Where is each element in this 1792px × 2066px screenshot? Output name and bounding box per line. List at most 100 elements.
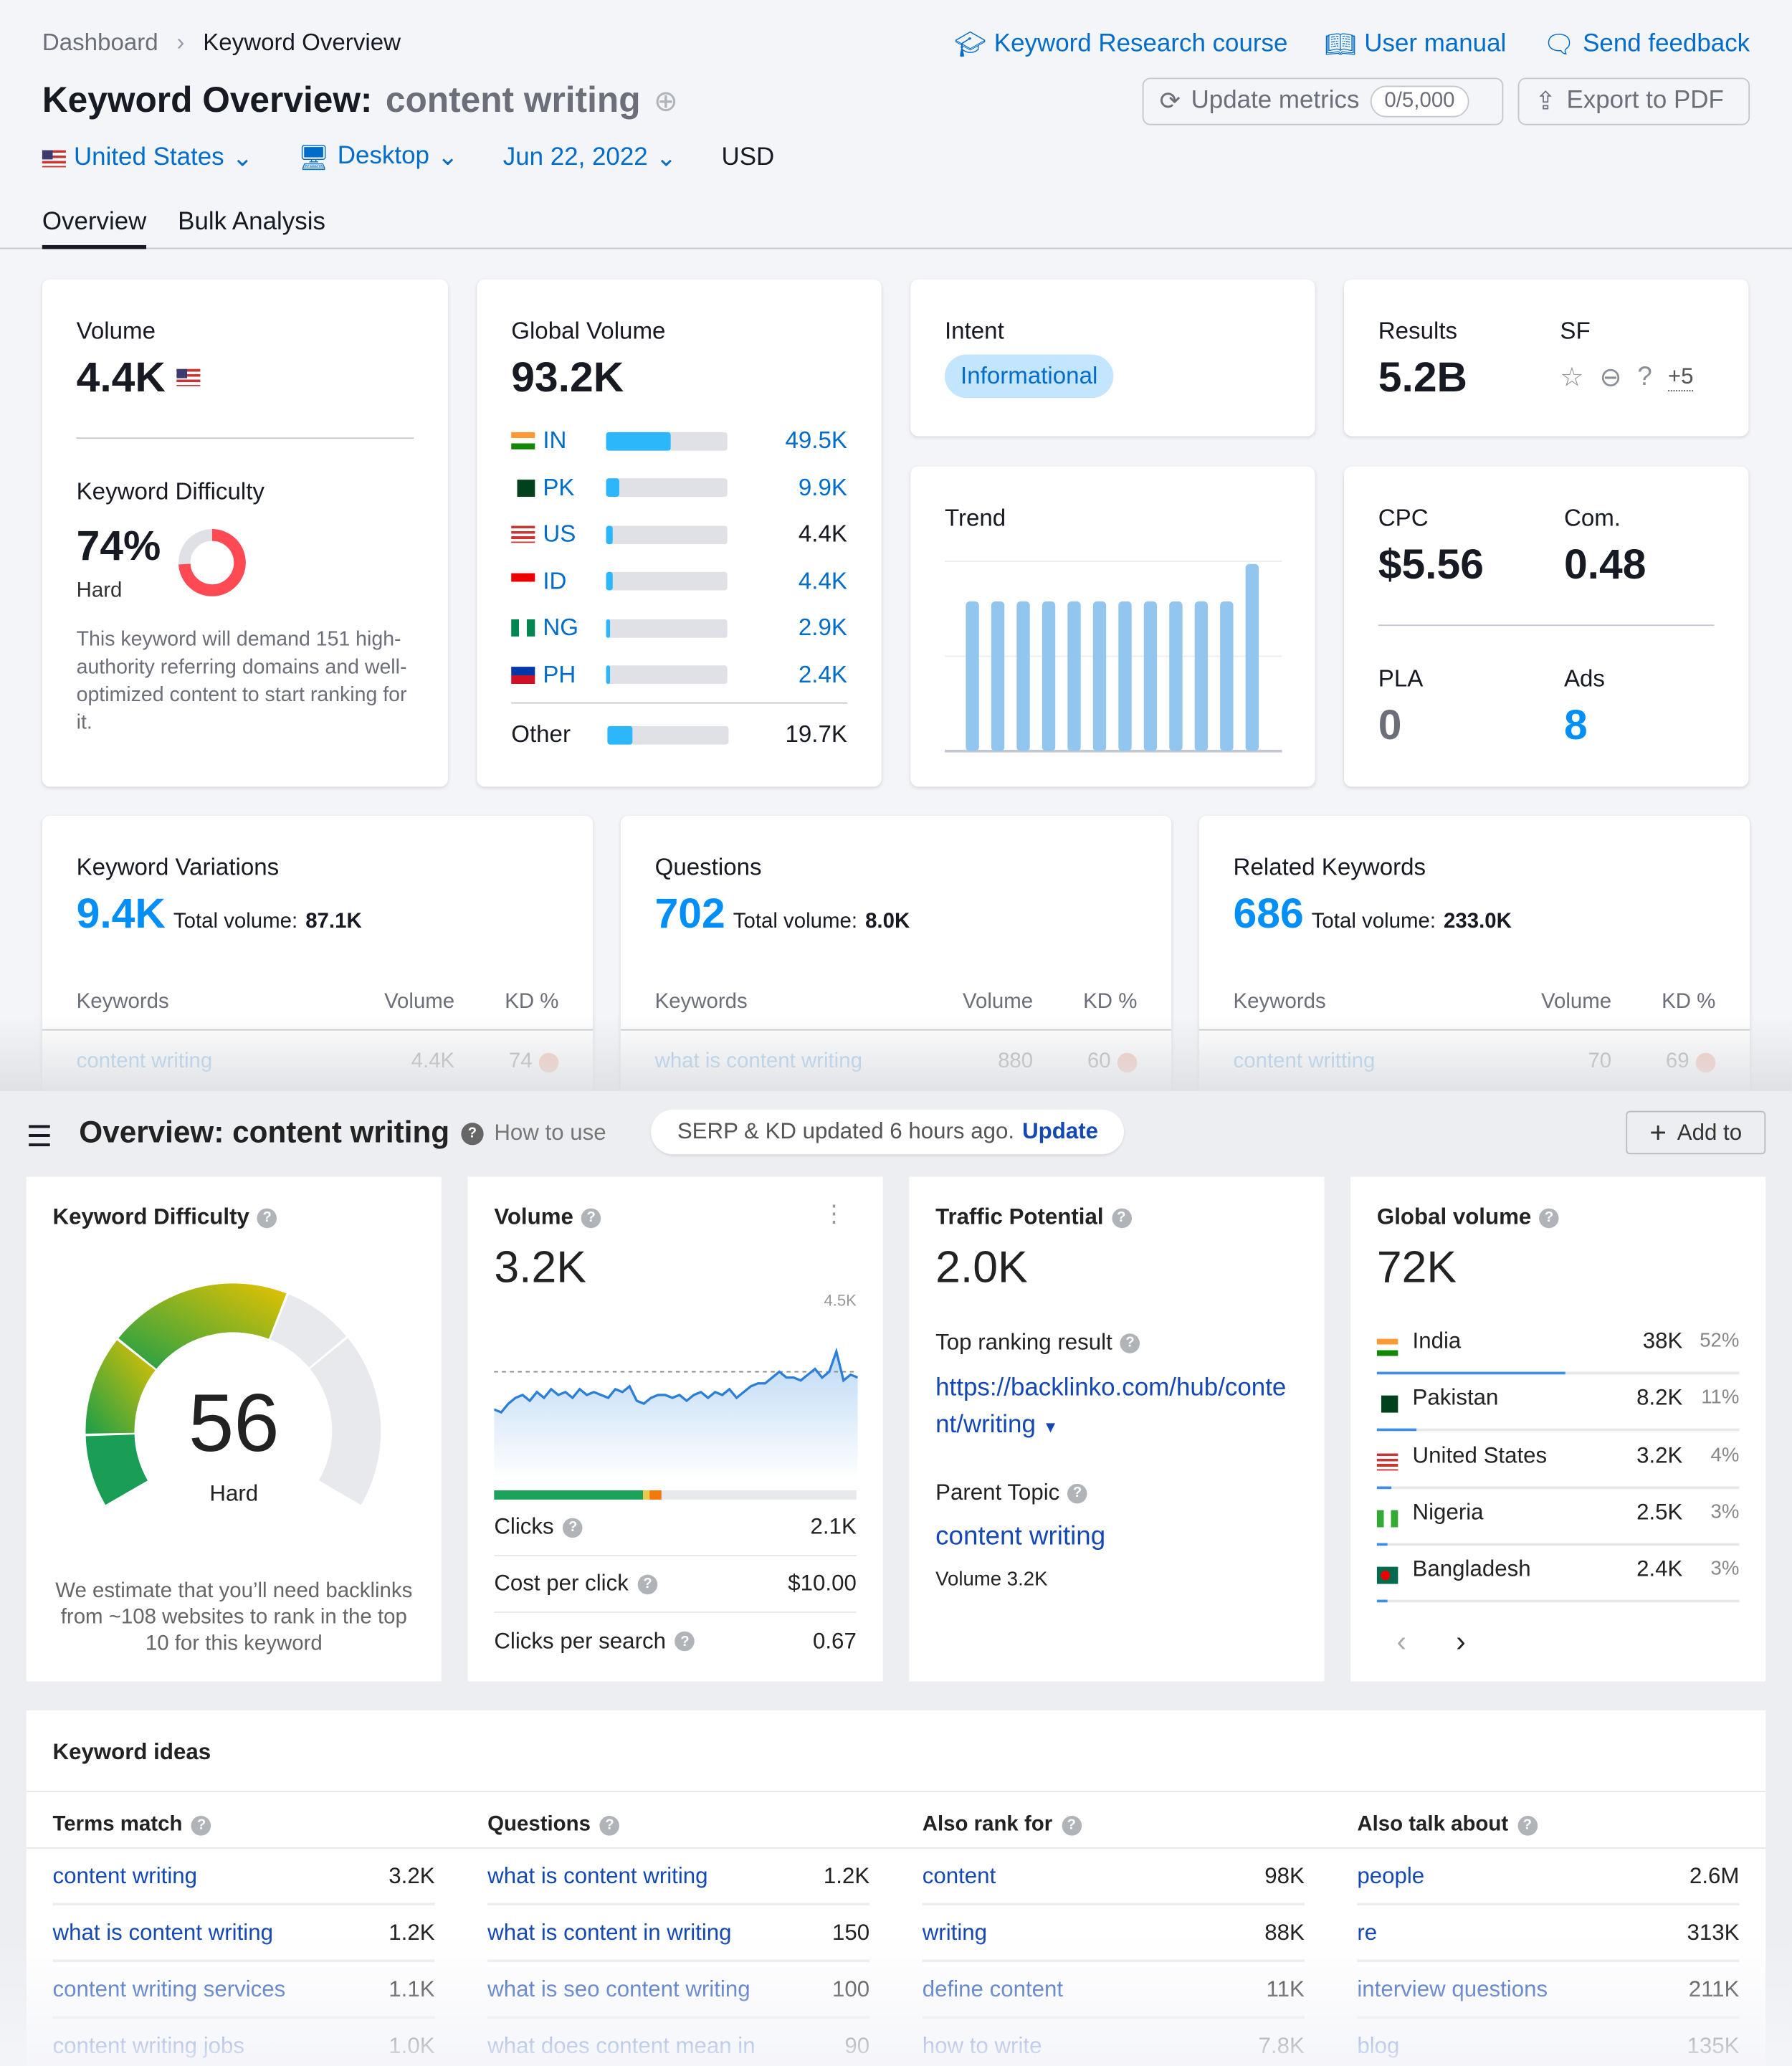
help-icon[interactable]: ? (1120, 1333, 1140, 1353)
export-pdf-button[interactable]: ⇪ Export to PDF (1517, 77, 1750, 125)
column-title: Also rank for (922, 1813, 1053, 1836)
add-to-button[interactable]: + Add to (1626, 1110, 1766, 1155)
volume-metric-row: Clicks per search? 0.67 (494, 1613, 857, 1670)
country-row: NG 2.9K (511, 605, 847, 651)
cpc-card: CPC $5.56 Com. 0.48 PLA 0 Ads 8 (1343, 466, 1749, 787)
cpc-value: $5.56 (1378, 540, 1484, 588)
device-select[interactable]: 🖥︎ Desktop ⌄ (297, 143, 458, 174)
keyword-idea-link[interactable]: people (1357, 1862, 1424, 1889)
country-code[interactable]: PH (543, 661, 606, 689)
sf-more[interactable]: +5 (1667, 363, 1694, 391)
volume-sparkline (494, 1347, 858, 1480)
question-icon[interactable]: ? (1637, 363, 1652, 393)
star-icon[interactable]: ☆ (1560, 361, 1583, 394)
update-metrics-label: Update metrics (1191, 87, 1360, 115)
date-label: Jun 22, 2022 (502, 143, 648, 171)
help-icon[interactable]: ? (1062, 1815, 1082, 1835)
help-icon[interactable]: ? (599, 1815, 620, 1835)
keyword-idea-link[interactable]: content writing (53, 1862, 198, 1889)
keyword-idea-row: people 2.6M (1357, 1849, 1740, 1906)
column-volume: Volume (963, 991, 1034, 1014)
keyword-idea-volume: 1.2K (823, 1862, 870, 1888)
global-country-row: India 38K 52% (1376, 1318, 1740, 1375)
country-code[interactable]: NG (543, 614, 606, 642)
menu-icon[interactable]: ☰ (27, 1120, 52, 1154)
update-metrics-button[interactable]: ⟳ Update metrics 0/5,000 (1142, 77, 1504, 125)
country-share-bar (1376, 1543, 1740, 1546)
ads-value[interactable]: 8 (1564, 701, 1588, 750)
column-title: Questions (487, 1813, 591, 1836)
metric-label: Cost per click (494, 1571, 629, 1596)
help-icon[interactable]: ? (675, 1631, 695, 1652)
tab-overview[interactable]: Overview (42, 208, 147, 249)
header-links: 🎓︎ Keyword Research course 📖︎ User manual … (954, 29, 1750, 60)
help-icon[interactable]: ? (1539, 1207, 1559, 1228)
manual-link[interactable]: 📖︎ User manual (1325, 29, 1506, 60)
help-icon[interactable]: ? (1517, 1815, 1538, 1835)
summary-count-row: 686 Total volume: 233.0K (1234, 890, 1512, 938)
country-code[interactable]: PK (543, 474, 606, 502)
country-select[interactable]: United States ⌄ (42, 143, 253, 173)
country-bar-fill (606, 571, 613, 591)
date-select[interactable]: Jun 22, 2022 ⌄ (503, 143, 677, 173)
ahrefs-global-card: Global volume? 72K ‹ › India 38K 52% Pakist… (1350, 1176, 1766, 1682)
help-icon[interactable]: ? (581, 1207, 601, 1228)
link-icon[interactable]: ⊖ (1599, 361, 1621, 394)
device-label: Desktop (337, 142, 429, 171)
country-volume: 2.5K (1636, 1499, 1683, 1525)
how-to-use-link[interactable]: ? How to use (461, 1120, 606, 1146)
help-icon[interactable]: ? (257, 1207, 277, 1228)
top-url-text[interactable]: https://backlinko.com/hub/content/writin… (935, 1374, 1286, 1439)
next-page-icon[interactable]: › (1456, 1625, 1465, 1660)
country-bar-fill (606, 525, 613, 544)
prev-page-icon[interactable]: ‹ (1396, 1625, 1406, 1660)
more-vertical-icon[interactable]: ⋮ (822, 1201, 846, 1229)
keyword-idea-link[interactable]: content (923, 1862, 996, 1889)
global-volume-value: 93.2K (511, 353, 624, 401)
feedback-link[interactable]: 🗨︎ Send feedback (1543, 29, 1750, 60)
flag-icon (511, 525, 535, 543)
parent-topic-link[interactable]: content writing (935, 1522, 1105, 1552)
summary-count[interactable]: 702 (655, 890, 725, 938)
volume-kd-card: Volume 4.4K Keyword Difficulty 74% Hard … (42, 279, 448, 787)
breadcrumb-dashboard[interactable]: Dashboard (42, 29, 158, 57)
manual-label: User manual (1364, 30, 1507, 58)
keyword-idea-volume: 2.6M (1689, 1862, 1740, 1888)
help-icon[interactable]: ? (563, 1517, 583, 1538)
volume-title: Volume? (494, 1204, 601, 1231)
top-ranking-url[interactable]: https://backlinko.com/hub/content/writin… (935, 1371, 1298, 1446)
country-percent: 3% (1710, 1500, 1740, 1523)
help-icon[interactable]: ? (1067, 1482, 1087, 1503)
chevron-down-icon: ⌄ (232, 144, 253, 172)
column-header: Terms match? (26, 1803, 462, 1849)
total-volume-label: Total volume: (733, 910, 858, 933)
country-value: 49.5K (785, 427, 847, 454)
global-volume-label: Global Volume (511, 318, 666, 344)
country-code[interactable]: US (543, 520, 606, 548)
help-icon[interactable]: ? (191, 1815, 211, 1835)
country-share-fill (1376, 1371, 1565, 1375)
summary-count[interactable]: 686 (1234, 890, 1304, 938)
divider (26, 1791, 1766, 1792)
course-link[interactable]: 🎓︎ Keyword Research course (954, 29, 1287, 60)
other-value: 19.7K (785, 720, 847, 748)
help-icon[interactable]: ? (1111, 1207, 1132, 1228)
kd-level: Hard (76, 579, 123, 603)
country-bar (606, 478, 728, 498)
keyword-idea-link[interactable]: what is content writing (487, 1862, 707, 1889)
metric-label: Clicks (494, 1514, 554, 1540)
results-value: 5.2B (1378, 353, 1468, 401)
country-code[interactable]: ID (543, 567, 606, 595)
country-code[interactable]: IN (543, 427, 606, 455)
help-icon[interactable]: ? (637, 1574, 658, 1594)
global-country-row: Nigeria 2.5K 3% (1376, 1489, 1740, 1546)
caret-down-icon[interactable]: ▼ (1043, 1418, 1059, 1437)
update-link[interactable]: Update (1022, 1119, 1098, 1146)
country-percent: 52% (1700, 1329, 1740, 1352)
summary-count[interactable]: 9.4K (77, 890, 166, 938)
chevron-down-icon: ⌄ (655, 144, 677, 172)
add-circle-icon[interactable]: ⊕ (654, 84, 678, 118)
traffic-title-text: Traffic Potential (935, 1204, 1104, 1230)
tab-bulk-analysis[interactable]: Bulk Analysis (178, 208, 325, 237)
country-bar-fill (606, 619, 610, 637)
